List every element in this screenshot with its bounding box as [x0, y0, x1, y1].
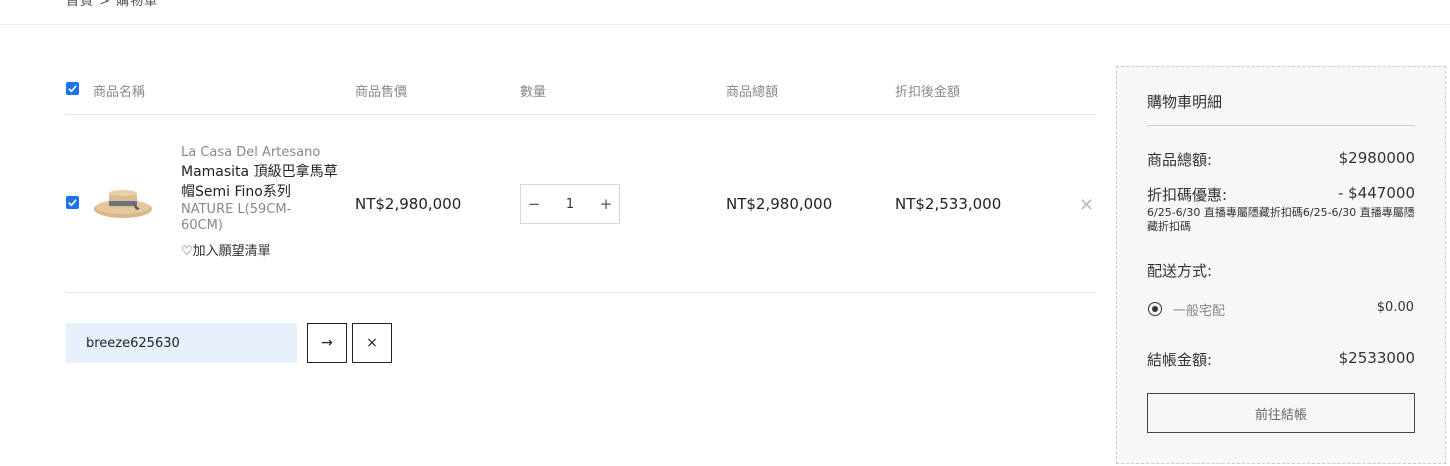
quantity-stepper: − 1 + — [520, 184, 620, 224]
item-discounted-total: NT$2,533,000 — [895, 195, 1002, 213]
cart-summary-panel: 購物車明細 商品總額: $2980000 折扣碼優惠: - $447000 6/… — [1116, 66, 1446, 464]
shipping-method-label: 配送方式: — [1147, 262, 1213, 280]
shipping-option-label[interactable]: 一般宅配 — [1173, 300, 1225, 319]
coupon-discount-value: - $447000 — [1338, 184, 1415, 202]
add-to-wishlist-link[interactable]: ♡加入願望清單 — [181, 240, 271, 259]
header-name: 商品名稱 — [93, 85, 146, 100]
row-divider — [66, 292, 1096, 293]
product-brand: La Casa Del Artesano — [181, 145, 321, 160]
header-discounted: 折扣後金額 — [895, 85, 961, 100]
product-name[interactable]: Mamasita 頂級巴拿馬草帽Semi Fino系列 — [181, 162, 341, 202]
qty-value[interactable]: 1 — [547, 197, 593, 212]
header-qty: 數量 — [520, 85, 547, 100]
checkout-total-row: 結帳金額: $2533000 — [1147, 349, 1415, 370]
subtotal-label: 商品總額: — [1147, 151, 1213, 169]
qty-increase-button[interactable]: + — [593, 195, 619, 213]
item-price: NT$2,980,000 — [355, 195, 462, 213]
subtotal-row: 商品總額: $2980000 — [1147, 149, 1415, 170]
remove-item-close-icon[interactable]: ✕ — [1079, 195, 1094, 216]
header-divider — [66, 114, 1096, 115]
summary-title: 購物車明細 — [1147, 93, 1223, 111]
coupon-code-input[interactable] — [66, 323, 297, 363]
checkout-total-value: $2533000 — [1338, 349, 1415, 367]
coupon-discount-label: 折扣碼優惠: — [1147, 186, 1228, 204]
checkout-button[interactable]: 前往結帳 — [1147, 393, 1415, 433]
summary-divider — [1147, 125, 1415, 126]
product-image-hat[interactable] — [92, 182, 154, 226]
top-bar: 首頁 > 購物車 — [0, 0, 1450, 25]
select-all-checkbox[interactable] — [66, 82, 79, 95]
clear-coupon-button[interactable]: × — [352, 323, 392, 363]
shipping-radio-selected[interactable] — [1148, 302, 1162, 316]
qty-decrease-button[interactable]: − — [521, 195, 547, 213]
shipping-option-price: $0.00 — [1376, 300, 1414, 315]
header-price: 商品售價 — [355, 85, 408, 100]
coupon-description: 6/25-6/30 直播專屬隱藏折扣碼6/25-6/30 直播專屬隱藏折扣碼 — [1147, 206, 1415, 233]
product-variant: NATURE L(59CM-60CM) — [181, 202, 292, 233]
checkout-total-label: 結帳金額: — [1147, 351, 1213, 369]
subtotal-value: $2980000 — [1338, 149, 1415, 167]
check-icon — [68, 199, 77, 207]
coupon-discount-row: 折扣碼優惠: - $447000 — [1147, 184, 1415, 205]
breadcrumb[interactable]: 首頁 > 購物車 — [66, 0, 158, 9]
shipping-method-row: 配送方式: — [1147, 260, 1415, 281]
header-total: 商品總額 — [726, 85, 779, 100]
check-icon — [68, 85, 77, 93]
apply-coupon-button[interactable]: → — [307, 323, 347, 363]
item-total: NT$2,980,000 — [726, 195, 833, 213]
item-checkbox[interactable] — [66, 196, 79, 209]
